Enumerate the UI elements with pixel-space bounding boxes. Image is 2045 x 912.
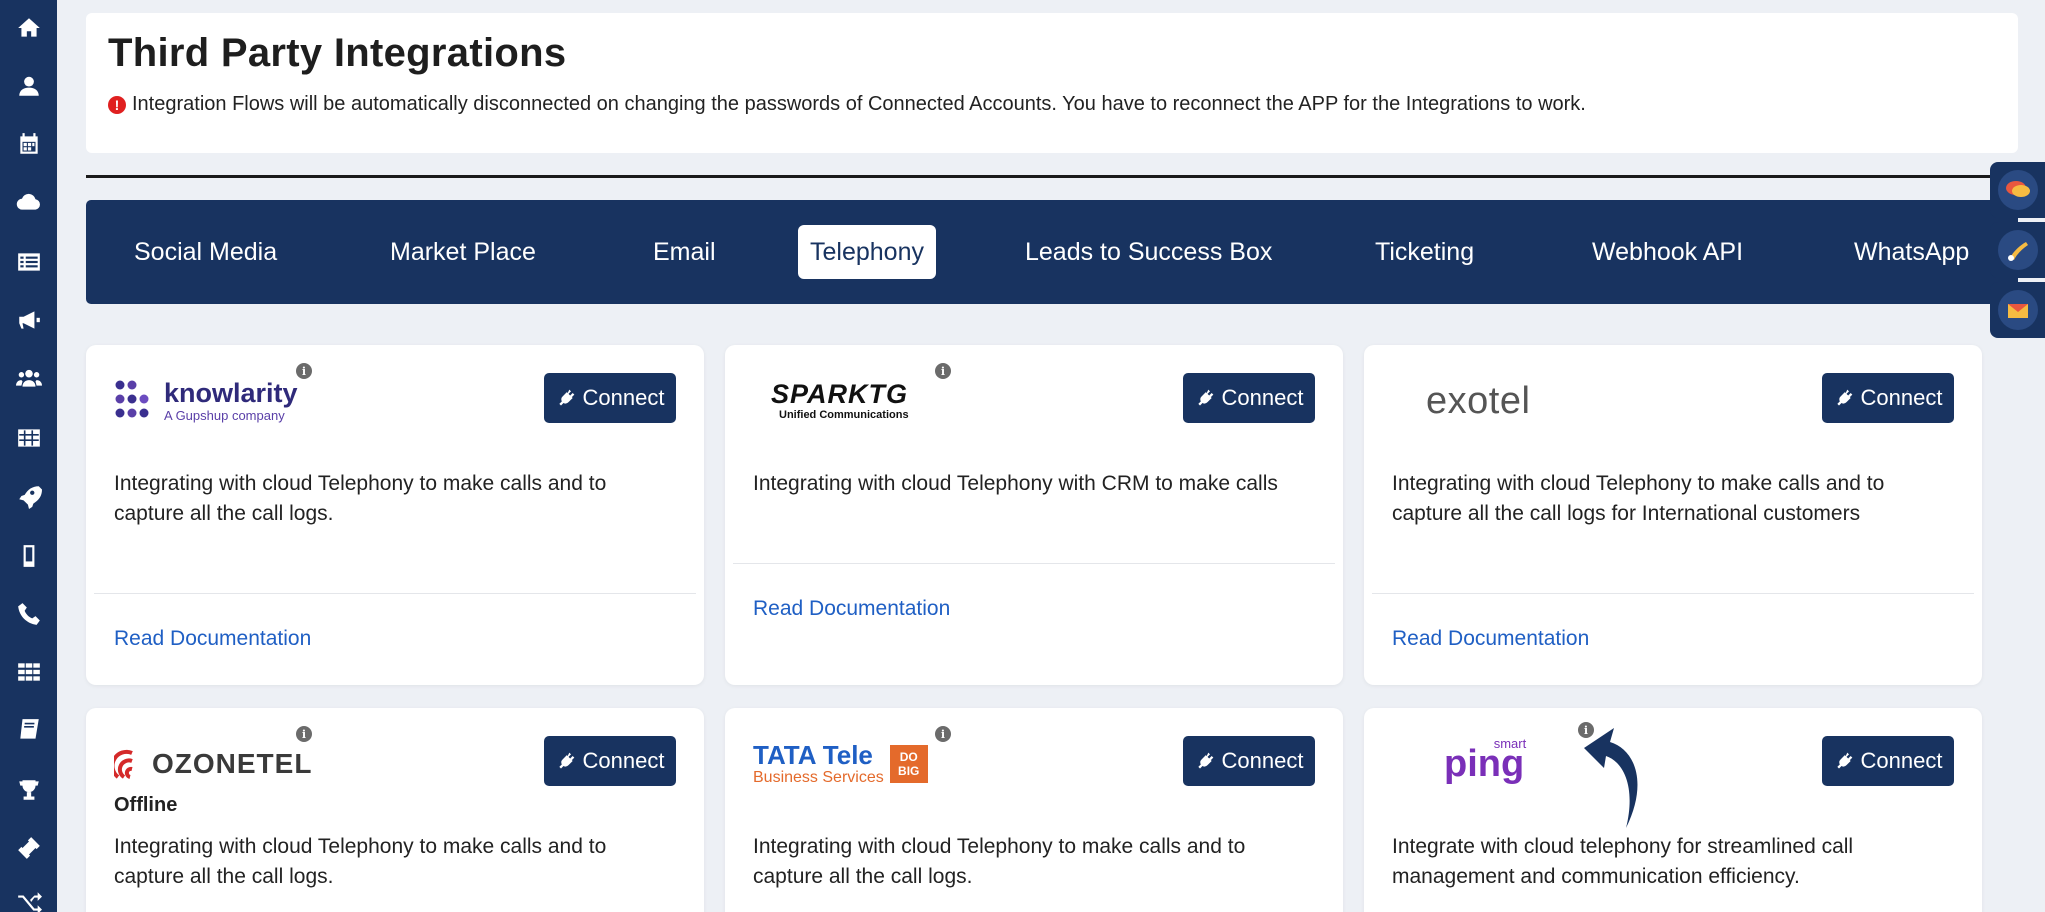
connect-button-tatatele[interactable]: Connect bbox=[1183, 736, 1315, 786]
smartping-superscript: smart bbox=[1493, 736, 1527, 751]
tab-webhook-api[interactable]: Webhook API bbox=[1580, 225, 1755, 279]
call-widget[interactable] bbox=[1990, 222, 2045, 278]
card-description: Integrating with cloud Telephony with CR… bbox=[753, 472, 1278, 495]
grid-icon[interactable] bbox=[0, 652, 57, 692]
table-icon[interactable] bbox=[0, 418, 57, 458]
tab-email[interactable]: Email bbox=[641, 225, 728, 279]
tab-whatsapp[interactable]: WhatsApp bbox=[1842, 225, 1981, 279]
warning-icon: ! bbox=[108, 95, 126, 114]
home-icon[interactable] bbox=[0, 8, 57, 48]
connect-button-sparktg[interactable]: Connect bbox=[1183, 373, 1315, 423]
smartping-logo: smart ping bbox=[1444, 736, 1527, 792]
calendar-icon[interactable] bbox=[0, 124, 57, 164]
cloud-icon[interactable] bbox=[0, 182, 57, 222]
mail-widget[interactable] bbox=[1990, 282, 2045, 338]
plug-icon bbox=[1836, 389, 1852, 406]
plug-icon bbox=[1197, 752, 1213, 769]
rocket-icon[interactable] bbox=[0, 476, 57, 516]
ozonetel-wordmark: OZONETEL bbox=[152, 748, 313, 779]
divider bbox=[86, 175, 2018, 178]
integration-card-tatatele: TATA Tele Business Services DO BIG i Con… bbox=[725, 708, 1343, 912]
exotel-wordmark: exotel bbox=[1426, 379, 1531, 422]
info-icon[interactable]: i bbox=[296, 363, 312, 379]
exotel-logo: exotel bbox=[1426, 373, 1530, 429]
users-icon[interactable] bbox=[0, 358, 57, 398]
notice-text: Integration Flows will be automatically … bbox=[132, 93, 1586, 115]
plug-icon bbox=[1836, 752, 1852, 769]
chat-widget[interactable] bbox=[1990, 162, 2045, 218]
shuffle-icon[interactable] bbox=[0, 882, 57, 912]
tab-social-media[interactable]: Social Media bbox=[122, 225, 289, 279]
info-icon[interactable]: i bbox=[935, 363, 951, 379]
card-separator bbox=[733, 563, 1335, 564]
left-sidebar bbox=[0, 0, 57, 912]
info-icon[interactable]: i bbox=[296, 726, 312, 742]
chat-icon bbox=[1997, 170, 2038, 210]
list-icon[interactable] bbox=[0, 242, 57, 282]
plug-icon bbox=[558, 389, 574, 406]
knowlarity-tagline: A Gupshup company bbox=[164, 408, 285, 423]
knowlarity-logo: knowlarity A Gupshup company bbox=[114, 373, 298, 429]
sparktg-logo: SPARKTG Unified Communications bbox=[771, 373, 909, 429]
tatatele-wordmark: TATA Tele bbox=[753, 740, 873, 770]
mobile-icon[interactable] bbox=[0, 536, 57, 576]
ticket-icon[interactable] bbox=[0, 828, 57, 868]
card-separator bbox=[94, 593, 696, 594]
plug-icon bbox=[1197, 389, 1213, 406]
trophy-icon[interactable] bbox=[0, 770, 57, 810]
integration-card-smartping: smart ping i Connect Integrate with clou… bbox=[1364, 708, 1982, 912]
sparktg-wordmark: SPARKTG bbox=[771, 379, 909, 409]
category-tabs: Social Media Market Place Email Telephon… bbox=[86, 200, 2018, 304]
ozonetel-mark-icon bbox=[114, 749, 133, 779]
tatatele-tagline: Business Services bbox=[753, 769, 884, 786]
knowlarity-dots-icon bbox=[115, 380, 149, 418]
tab-market-place[interactable]: Market Place bbox=[378, 225, 548, 279]
pointer-arrow-icon bbox=[1584, 728, 1638, 828]
integration-card-exotel: exotel Connect Integrating with cloud Te… bbox=[1364, 345, 1982, 685]
do-big-badge: DO BIG bbox=[889, 745, 928, 783]
card-description: Integrate with cloud telephony for strea… bbox=[1392, 835, 1854, 888]
connect-button-knowlarity[interactable]: Connect bbox=[544, 373, 676, 423]
integration-notice: ! Integration Flows will be automaticall… bbox=[108, 93, 1586, 116]
status-label: Offline bbox=[114, 794, 178, 816]
read-documentation-link[interactable]: Read Documentation bbox=[1392, 627, 1589, 651]
ozonetel-logo: OZONETEL bbox=[114, 736, 312, 792]
tatatele-logo: TATA Tele Business Services DO BIG bbox=[753, 736, 928, 792]
tab-leads-to-success-box[interactable]: Leads to Success Box bbox=[1013, 225, 1284, 279]
card-description: Integrating with cloud Telephony to make… bbox=[753, 835, 1246, 888]
mail-icon bbox=[1997, 290, 2038, 330]
card-description: Integrating with cloud Telephony to make… bbox=[1392, 472, 1885, 525]
read-documentation-link[interactable]: Read Documentation bbox=[114, 627, 311, 651]
connect-button-exotel[interactable]: Connect bbox=[1822, 373, 1954, 423]
megaphone-icon[interactable] bbox=[0, 300, 57, 340]
tab-telephony[interactable]: Telephony bbox=[798, 225, 936, 279]
card-description: Integrating with cloud Telephony to make… bbox=[114, 472, 607, 525]
integration-card-knowlarity: knowlarity A Gupshup company i Connect I… bbox=[86, 345, 704, 685]
header-card: Third Party Integrations ! Integration F… bbox=[86, 13, 2018, 153]
read-documentation-link[interactable]: Read Documentation bbox=[753, 597, 950, 621]
integration-card-ozonetel: OZONETEL i Offline Connect Integrating w… bbox=[86, 708, 704, 912]
card-description: Integrating with cloud Telephony to make… bbox=[114, 835, 607, 888]
user-icon[interactable] bbox=[0, 66, 57, 106]
info-icon[interactable]: i bbox=[935, 726, 951, 742]
tab-ticketing[interactable]: Ticketing bbox=[1363, 225, 1486, 279]
page-title: Third Party Integrations bbox=[108, 31, 567, 75]
card-separator bbox=[1372, 593, 1974, 594]
phone-icon[interactable] bbox=[0, 594, 57, 634]
knowlarity-wordmark: knowlarity bbox=[164, 378, 298, 408]
integration-card-sparktg: SPARKTG Unified Communications i Connect… bbox=[725, 345, 1343, 685]
sparktg-tagline: Unified Communications bbox=[779, 409, 909, 421]
book-icon[interactable] bbox=[0, 710, 57, 750]
connect-button-ozonetel[interactable]: Connect bbox=[544, 736, 676, 786]
plug-icon bbox=[558, 752, 574, 769]
connect-button-smartping[interactable]: Connect bbox=[1822, 736, 1954, 786]
phone-call-icon bbox=[1997, 230, 2038, 270]
